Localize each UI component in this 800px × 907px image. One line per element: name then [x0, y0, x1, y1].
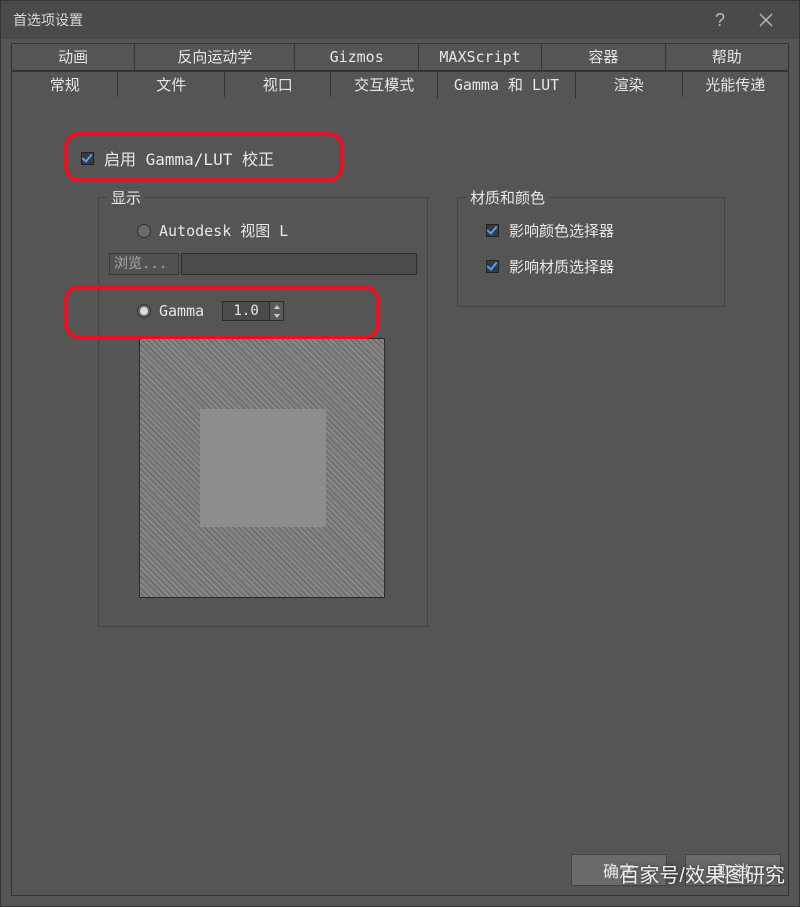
- tab-gamma-lut[interactable]: Gamma 和 LUT: [437, 71, 576, 99]
- display-legend: 显示: [107, 187, 145, 208]
- gamma-spin-up[interactable]: [270, 302, 283, 311]
- tab-general[interactable]: 常规: [11, 71, 118, 99]
- gamma-row: Gamma 1.0: [137, 301, 284, 321]
- enable-gamma-row: 启用 Gamma/LUT 校正: [81, 146, 274, 170]
- tab-animation[interactable]: 动画: [11, 43, 135, 71]
- cancel-button[interactable]: 取消: [685, 854, 781, 886]
- close-icon: [759, 13, 773, 27]
- browse-input[interactable]: [181, 253, 417, 275]
- enable-gamma-checkbox[interactable]: [81, 152, 94, 165]
- tab-maxscript[interactable]: MAXScript: [418, 43, 542, 71]
- close-button[interactable]: [743, 2, 789, 38]
- affect-material-picker-label: 影响材质选择器: [509, 256, 614, 277]
- autodesk-view-label: Autodesk 视图 L: [159, 220, 288, 241]
- chevron-down-icon: [274, 314, 280, 318]
- gamma-preview-inner: [200, 409, 326, 527]
- tab-gizmos[interactable]: Gizmos: [294, 43, 418, 71]
- autodesk-view-radio[interactable]: [137, 224, 151, 238]
- affect-color-picker-row: 影响颜色选择器: [486, 220, 614, 241]
- tab-row-bottom: 常规 文件 视口 交互模式 Gamma 和 LUT 渲染 光能传递: [1, 71, 799, 99]
- material-color-group: 材质和颜色 影响颜色选择器 影响材质选择器: [457, 197, 725, 307]
- tab-interaction[interactable]: 交互模式: [330, 71, 437, 99]
- display-group: 显示 Autodesk 视图 L 浏览... Gamma 1.0: [98, 197, 428, 627]
- chevron-up-icon: [274, 305, 280, 309]
- gamma-spin-down[interactable]: [270, 311, 283, 320]
- tab-rendering[interactable]: 渲染: [575, 71, 682, 99]
- material-legend: 材质和颜色: [466, 187, 549, 208]
- affect-color-picker-label: 影响颜色选择器: [509, 220, 614, 241]
- gamma-label: Gamma: [159, 302, 204, 320]
- dialog-footer: 确定 取消: [571, 854, 781, 886]
- tab-row-top: 动画 反向运动学 Gizmos MAXScript 容器 帮助: [1, 43, 799, 71]
- enable-gamma-label: 启用 Gamma/LUT 校正: [104, 146, 274, 170]
- tab-help[interactable]: 帮助: [665, 43, 789, 71]
- gamma-spin-buttons[interactable]: [270, 301, 284, 321]
- autodesk-view-row: Autodesk 视图 L: [137, 220, 288, 241]
- tab-radiosity[interactable]: 光能传递: [682, 71, 789, 99]
- affect-color-picker-checkbox[interactable]: [486, 224, 499, 237]
- gamma-spinner[interactable]: 1.0: [222, 301, 284, 321]
- gamma-preview: [139, 338, 385, 598]
- gamma-value[interactable]: 1.0: [222, 301, 270, 321]
- titlebar: 首选项设置 ?: [1, 1, 799, 39]
- tab-ik[interactable]: 反向运动学: [134, 43, 295, 71]
- help-button[interactable]: ?: [697, 2, 743, 38]
- tab-containers[interactable]: 容器: [541, 43, 665, 71]
- gamma-radio[interactable]: [137, 304, 151, 318]
- window-title: 首选项设置: [13, 10, 697, 30]
- tab-viewports[interactable]: 视口: [224, 71, 331, 99]
- browse-button[interactable]: 浏览...: [109, 253, 179, 275]
- ok-button[interactable]: 确定: [571, 854, 667, 886]
- preferences-window: 首选项设置 ? 动画 反向运动学 Gizmos MAXScript 容器 帮助 …: [0, 0, 800, 907]
- tab-files[interactable]: 文件: [117, 71, 224, 99]
- help-icon: ?: [715, 10, 725, 31]
- affect-material-picker-checkbox[interactable]: [486, 260, 499, 273]
- browse-row: 浏览...: [109, 253, 417, 275]
- affect-material-picker-row: 影响材质选择器: [486, 256, 614, 277]
